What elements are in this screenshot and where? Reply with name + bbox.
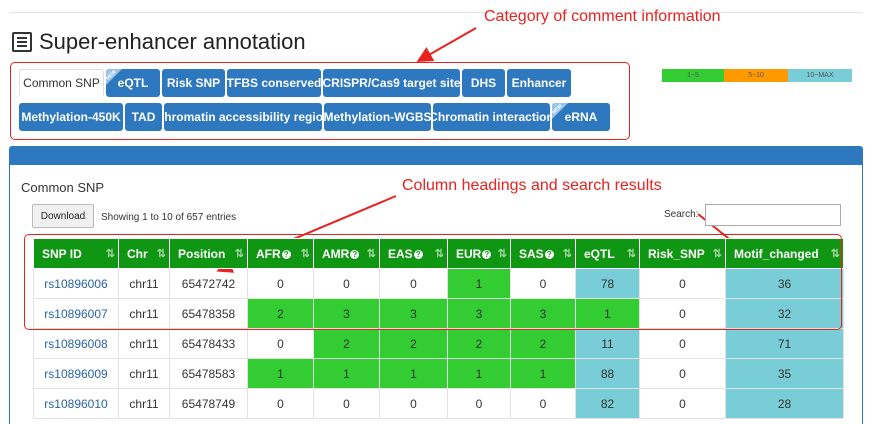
panel-header [10, 147, 862, 165]
cell-eur: 2 [447, 328, 511, 359]
download-button[interactable]: Download [32, 204, 94, 228]
tab-eqtl[interactable]: NEW eQTL [106, 69, 160, 97]
tab-risk-snp[interactable]: Risk SNP [162, 69, 225, 97]
search-label: Search: [664, 209, 699, 220]
cell-eqtl: 11 [575, 328, 640, 359]
cell-amr: 2 [313, 328, 380, 359]
cell-chr: chr11 [118, 388, 170, 419]
color-legend: 1~5 5~10 10~MAX [662, 69, 852, 82]
cell-eur: 0 [447, 388, 511, 419]
page-title: Super-enhancer annotation [12, 28, 306, 56]
cell-position: 65478433 [169, 328, 248, 359]
tab-crispr[interactable]: CRISPR/Cas9 target site [323, 69, 460, 97]
tab-methylation-wgbs[interactable]: Methylation-WGBS [324, 103, 431, 131]
cell-risk-snp: 0 [639, 358, 726, 389]
entries-info: Showing 1 to 10 of 657 entries [101, 212, 237, 223]
cell-eas: 0 [379, 388, 448, 419]
tab-dhs[interactable]: DHS [462, 69, 505, 97]
snp-link[interactable]: rs10896009 [33, 358, 119, 389]
tab-eqtl-label: eQTL [117, 76, 149, 90]
cell-eas: 2 [379, 328, 448, 359]
legend-mid: 5~10 [724, 69, 788, 82]
page-title-text: Super-enhancer annotation [39, 29, 306, 54]
cell-motif-changed: 28 [725, 388, 844, 419]
top-divider [10, 12, 862, 13]
cell-risk-snp: 0 [639, 328, 726, 359]
cell-afr: 1 [247, 358, 314, 389]
snp-link[interactable]: rs10896010 [33, 388, 119, 419]
cell-sas: 0 [510, 388, 576, 419]
tab-methylation-450k[interactable]: Methylation-450K [19, 103, 123, 131]
arrow-to-tabs [416, 27, 477, 62]
cell-eas: 1 [379, 358, 448, 389]
cell-position: 65478583 [169, 358, 248, 389]
tab-chromatin-interaction[interactable]: Chromatin interaction [433, 103, 550, 131]
tab-chromatin-accessibility[interactable]: Chromatin accessibility region [164, 103, 322, 131]
cell-motif-changed: 71 [725, 328, 844, 359]
table-highlight-box [24, 234, 842, 330]
tab-common-snp[interactable]: Common SNP [19, 69, 104, 97]
cell-risk-snp: 0 [639, 388, 726, 419]
search-input[interactable] [705, 204, 841, 226]
cell-motif-changed: 35 [725, 358, 844, 389]
section-label: Common SNP [21, 180, 105, 195]
cell-chr: chr11 [118, 358, 170, 389]
snp-link[interactable]: rs10896008 [33, 328, 119, 359]
list-icon [12, 32, 32, 52]
table-row: rs10896010 chr11 65478749 0 0 0 0 0 82 0… [33, 388, 844, 419]
legend-low: 1~5 [662, 69, 724, 82]
annotation-category: Category of comment information [484, 8, 721, 25]
cell-amr: 0 [313, 388, 380, 419]
tab-erna[interactable]: NEW eRNA [552, 103, 610, 131]
tab-row-1: Common SNP NEW eQTL Risk SNP TFBS conser… [19, 69, 571, 97]
cell-position: 65478749 [169, 388, 248, 419]
table-row: rs10896009 chr11 65478583 1 1 1 1 1 88 0… [33, 358, 844, 389]
table-row: rs10896008 chr11 65478433 0 2 2 2 2 11 0… [33, 328, 844, 359]
cell-afr: 0 [247, 328, 314, 359]
cell-eqtl: 82 [575, 388, 640, 419]
cell-eqtl: 88 [575, 358, 640, 389]
cell-eur: 1 [447, 358, 511, 389]
tab-tfbs-conserved[interactable]: TFBS conserved [227, 69, 321, 97]
cell-afr: 0 [247, 388, 314, 419]
tab-erna-label: eRNA [564, 110, 598, 124]
cell-sas: 1 [510, 358, 576, 389]
legend-high: 10~MAX [788, 69, 852, 82]
tab-tad[interactable]: TAD [125, 103, 162, 131]
tab-enhancer[interactable]: Enhancer [507, 69, 571, 97]
cell-sas: 2 [510, 328, 576, 359]
cell-chr: chr11 [118, 328, 170, 359]
tab-row-2: Methylation-450K TAD Chromatin accessibi… [19, 103, 610, 131]
cell-amr: 1 [313, 358, 380, 389]
